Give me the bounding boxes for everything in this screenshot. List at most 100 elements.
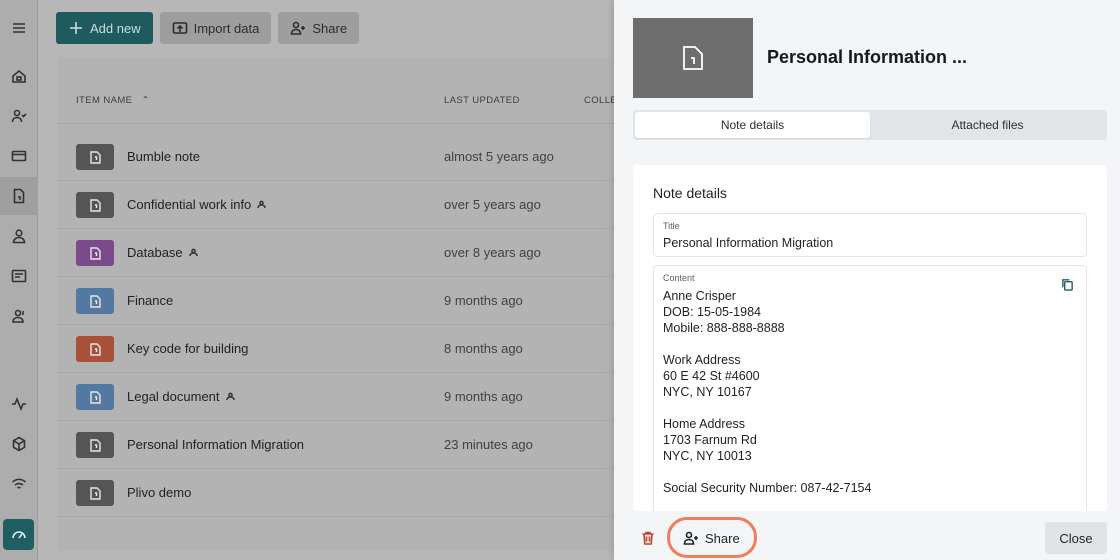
delete-button[interactable] <box>640 530 656 551</box>
note-thumbnail <box>633 18 753 98</box>
content-text: Anne Crisper DOB: 15-05-1984 Mobile: 888-8… <box>663 288 871 496</box>
item-last-updated: 8 months ago <box>444 341 523 356</box>
section-heading: Note details <box>653 185 727 201</box>
share-button[interactable]: Share <box>683 530 740 546</box>
note-thumbnail-small <box>76 480 114 506</box>
toolbar: Add new Import data Share <box>56 12 360 44</box>
item-last-updated: 9 months ago <box>444 389 523 404</box>
item-name: Key code for building <box>127 341 248 356</box>
share-user-icon <box>683 531 698 545</box>
tab-note-details[interactable]: Note details <box>635 112 870 138</box>
item-last-updated: over 5 years ago <box>444 197 541 212</box>
import-icon <box>172 22 187 34</box>
column-header-collection[interactable]: COLLE <box>584 95 617 106</box>
note-icon <box>89 438 101 452</box>
wifi-icon[interactable] <box>0 465 38 503</box>
share-toolbar-label: Share <box>312 20 348 36</box>
item-name-text: Confidential work info <box>127 197 252 212</box>
item-last-updated: 23 minutes ago <box>444 437 533 452</box>
column-header-item-name[interactable]: ITEM NAME ⌃ <box>76 95 150 106</box>
content-line: 60 E 42 St #4600 <box>663 369 760 383</box>
left-nav-rail <box>0 0 38 560</box>
trash-icon <box>642 531 654 545</box>
title-label: Title <box>663 221 680 231</box>
item-name-text: Finance <box>127 293 174 308</box>
content-line: NYC, NY 10167 <box>663 385 752 399</box>
item-name-text: Database <box>127 245 183 260</box>
note-icon[interactable] <box>0 177 38 215</box>
item-name: Personal Information Migration <box>127 437 304 452</box>
note-large-icon <box>683 46 703 70</box>
contacts-icon[interactable] <box>0 297 38 335</box>
note-icon <box>89 150 101 164</box>
table-header: ITEM NAME ⌃ LAST UPDATED COLLE <box>57 58 617 124</box>
content-line: Social Security Number: 087-42-7154 <box>663 481 872 495</box>
item-last-updated: over 8 years ago <box>444 245 541 260</box>
item-name: Bumble note <box>127 149 200 164</box>
shared-icon <box>225 389 235 404</box>
column-header-last-updated[interactable]: LAST UPDATED <box>444 95 520 106</box>
share-label: Share <box>705 530 740 546</box>
note-thumbnail-small <box>76 432 114 458</box>
card-icon[interactable] <box>0 137 38 175</box>
add-new-label: Add new <box>90 20 141 36</box>
person-icon[interactable] <box>0 217 38 255</box>
content-label: Content <box>663 273 695 283</box>
import-data-label: Import data <box>193 20 260 36</box>
menu-icon[interactable] <box>0 9 38 47</box>
note-thumbnail-small <box>76 144 114 170</box>
item-name: Finance <box>127 293 173 308</box>
drawer-tabs: Note details Attached files <box>633 110 1107 140</box>
table-row[interactable]: Bumble note almost 5 years ago <box>57 133 617 181</box>
title-field[interactable]: Title Personal Information Migration <box>653 213 1087 257</box>
items-table: ITEM NAME ⌃ LAST UPDATED COLLE Bumble no… <box>57 58 617 550</box>
item-name: Confidential work info <box>127 197 267 212</box>
note-details-drawer: Personal Information ... Note details At… <box>614 0 1120 560</box>
note-icon <box>89 390 101 404</box>
note-icon <box>89 246 101 260</box>
table-row[interactable]: Personal Information Migration 23 minutes… <box>57 421 617 469</box>
dashboard-icon[interactable] <box>3 519 34 550</box>
content-line: NYC, NY 10013 <box>663 449 752 463</box>
sort-ascending-icon: ⌃ <box>141 95 150 106</box>
table-row[interactable]: Database over 8 years ago <box>57 229 617 277</box>
note-icon <box>89 342 101 356</box>
add-new-button[interactable]: Add new <box>56 12 153 44</box>
note-thumbnail-small <box>76 288 114 314</box>
item-name-header-label: ITEM NAME <box>76 95 133 106</box>
plus-icon <box>70 22 82 34</box>
content-field[interactable]: Content Anne Crisper DOB: 15-05-1984 Mobil… <box>653 265 1087 511</box>
item-last-updated: almost 5 years ago <box>444 149 554 164</box>
import-data-button[interactable]: Import data <box>159 12 272 44</box>
id-card-icon[interactable] <box>0 257 38 295</box>
shared-icon <box>257 197 267 212</box>
table-row[interactable]: Confidential work info over 5 years ago <box>57 181 617 229</box>
lock-home-icon[interactable] <box>0 57 38 95</box>
table-row[interactable]: Legal document 9 months ago <box>57 373 617 421</box>
content-line <box>663 336 871 352</box>
note-icon <box>89 294 101 308</box>
content-line: Mobile: 888-888-8888 <box>663 321 785 335</box>
item-name: Legal document <box>127 389 235 404</box>
share-toolbar-button[interactable]: Share <box>278 12 360 44</box>
content-line: DOB: 15-05-1984 <box>663 305 761 319</box>
title-value: Personal Information Migration <box>663 236 834 250</box>
activity-icon[interactable] <box>0 385 38 423</box>
item-name-text: Bumble note <box>127 149 200 164</box>
note-details-card: Note details Title Personal Information … <box>633 165 1107 511</box>
table-row[interactable]: Plivo demo <box>57 469 617 517</box>
table-row[interactable]: Finance 9 months ago <box>57 277 617 325</box>
content-line: 1703 Farnum Rd <box>663 433 757 447</box>
users-icon[interactable] <box>0 97 38 135</box>
network-icon[interactable] <box>0 425 38 463</box>
item-name-text: Legal document <box>127 389 220 404</box>
note-icon <box>89 486 101 500</box>
close-button[interactable]: Close <box>1045 522 1107 554</box>
item-name-text: Plivo demo <box>127 485 192 500</box>
item-last-updated: 9 months ago <box>444 293 523 308</box>
share-user-icon <box>291 21 306 35</box>
tab-attached-files[interactable]: Attached files <box>870 112 1105 138</box>
content-line <box>663 464 871 480</box>
copy-icon[interactable] <box>1061 278 1074 296</box>
table-row[interactable]: Key code for building 8 months ago <box>57 325 617 373</box>
